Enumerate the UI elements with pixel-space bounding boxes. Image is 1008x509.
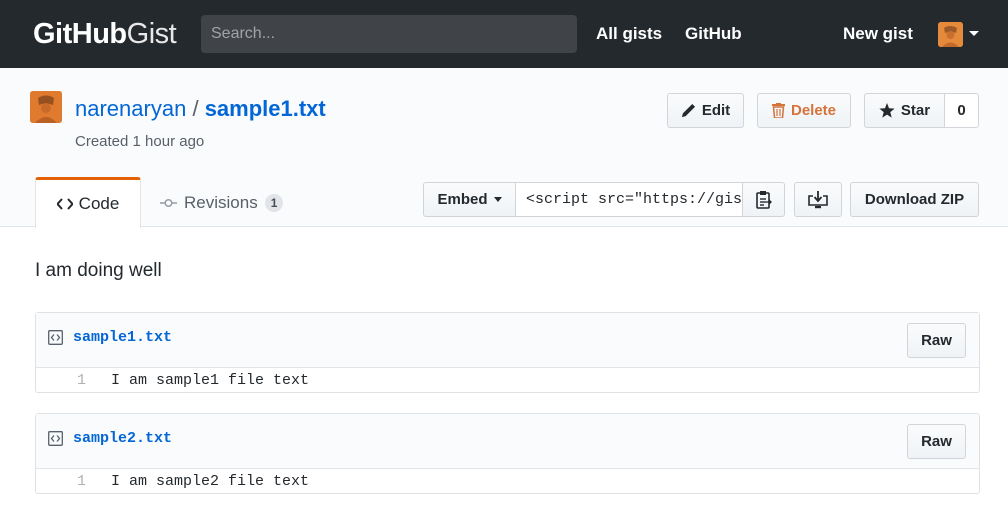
logo-github-text: GitHub — [33, 18, 127, 50]
code-line: 1 I am sample1 file text — [36, 368, 979, 392]
file-code-icon — [48, 431, 63, 446]
embed-label: Embed — [437, 191, 488, 208]
gist-description: I am doing well — [35, 260, 162, 281]
open-in-desktop-button[interactable] — [794, 182, 842, 217]
code-icon — [56, 198, 73, 210]
github-gist-logo[interactable]: GitHub Gist — [33, 14, 177, 54]
revisions-counter: 1 — [264, 194, 284, 212]
nav-all-gists[interactable]: All gists — [596, 22, 662, 46]
owner-avatar[interactable] — [30, 91, 62, 123]
star-label: Star — [900, 102, 931, 119]
delete-button[interactable]: Delete — [757, 93, 851, 128]
star-button[interactable]: Star — [864, 93, 945, 128]
delete-label: Delete — [790, 102, 837, 119]
file-box-sample2: sample2.txt Raw 1 I am sample2 file text — [35, 413, 980, 494]
download-zip-button[interactable]: Download ZIP — [850, 182, 979, 217]
trash-icon — [771, 103, 785, 118]
file-box-sample1: sample1.txt Raw 1 I am sample1 file text — [35, 312, 980, 393]
new-gist-link[interactable]: New gist — [843, 22, 913, 46]
owner-link[interactable]: narenaryan — [75, 96, 186, 121]
chevron-down-icon — [493, 197, 502, 202]
edit-label: Edit — [701, 102, 731, 119]
raw-button[interactable]: Raw — [907, 424, 966, 459]
embed-code-field[interactable]: <script src="https://gist.github.com/nar… — [515, 182, 743, 217]
tab-revisions-label: Revisions — [184, 193, 258, 212]
top-navbar: GitHubGist All gists GitHub New gist — [0, 0, 1008, 68]
desktop-download-icon — [808, 190, 828, 208]
gist-filename-link[interactable]: sample1.txt — [205, 96, 326, 121]
gist-title: narenaryan / sample1.txt — [75, 95, 326, 123]
file-name-link[interactable]: sample2.txt — [73, 430, 172, 447]
edit-button[interactable]: Edit — [667, 93, 744, 128]
line-number[interactable]: 1 — [36, 372, 86, 389]
tab-code[interactable]: Code — [35, 177, 141, 228]
nav-github[interactable]: GitHub — [685, 22, 742, 46]
line-number[interactable]: 1 — [36, 473, 86, 490]
created-timestamp: Created 1 hour ago — [75, 133, 205, 150]
star-count[interactable]: 0 — [944, 93, 979, 128]
clipboard-icon — [755, 191, 772, 209]
copy-to-clipboard-button[interactable] — [742, 182, 785, 217]
git-commit-icon — [160, 198, 177, 208]
user-menu-chevron-down-icon[interactable] — [969, 31, 979, 36]
raw-button[interactable]: Raw — [907, 323, 966, 358]
tab-code-label: Code — [78, 194, 120, 213]
embed-dropdown-button[interactable]: Embed — [423, 182, 516, 217]
logo-gist-text: Gist — [126, 18, 177, 50]
file-code-icon — [48, 330, 63, 345]
file-header: sample1.txt Raw — [36, 313, 979, 368]
line-content: I am sample2 file text — [111, 472, 310, 490]
code-line: 1 I am sample2 file text — [36, 469, 979, 493]
star-icon — [879, 103, 895, 118]
line-content: I am sample1 file text — [111, 371, 310, 389]
title-separator: / — [192, 96, 199, 121]
search-input[interactable] — [201, 15, 577, 53]
tab-revisions[interactable]: Revisions 1 — [160, 188, 284, 218]
pencil-icon — [681, 103, 695, 118]
file-header: sample2.txt Raw — [36, 414, 979, 469]
file-name-link[interactable]: sample1.txt — [73, 329, 172, 346]
user-avatar[interactable] — [938, 22, 963, 47]
